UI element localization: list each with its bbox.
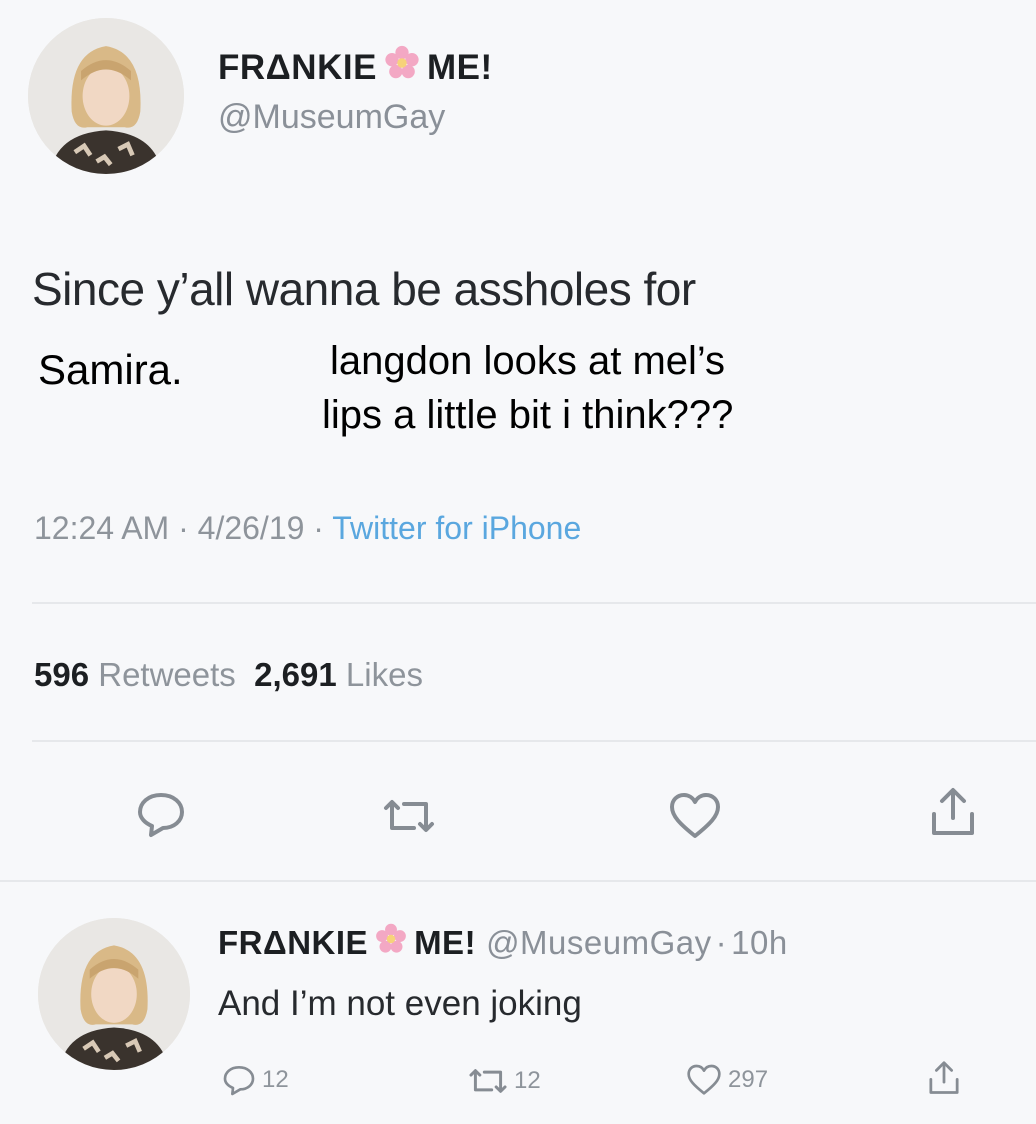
retweet-count: 12: [514, 1067, 541, 1094]
tweet-text-line2: Samira.: [38, 346, 183, 393]
meta-separator: ·: [313, 510, 324, 546]
divider: [32, 740, 1036, 742]
retweets-label[interactable]: Retweets: [98, 656, 236, 693]
tweet-text-line1: Since y’all wanna be assholes for: [32, 263, 696, 315]
share-icon: [929, 1061, 959, 1094]
tweet-source-link[interactable]: Twitter for iPhone: [332, 510, 581, 546]
share-button[interactable]: [930, 786, 976, 838]
overlay-caption-line2: lips a little bit i think???: [322, 393, 734, 437]
reply-separator: ·: [715, 924, 728, 961]
tweet-time: 12:24 AM: [34, 510, 170, 546]
reply-age[interactable]: 10h: [731, 924, 788, 962]
reply-avatar[interactable]: [38, 918, 190, 1070]
divider: [0, 880, 1036, 882]
reply-header: FRΔNKIE ME! @MuseumGay · 10h: [218, 922, 788, 964]
display-name-right: ME!: [426, 47, 493, 87]
retweet-icon: [384, 800, 434, 832]
reply-text: And I’m not even joking: [218, 984, 582, 1023]
reply-like-button[interactable]: 297: [686, 1064, 768, 1096]
reply-reply-button[interactable]: 12: [222, 1064, 289, 1096]
likes-count[interactable]: 2,691: [254, 656, 337, 693]
avatar[interactable]: [28, 18, 184, 174]
reply-display-name-left[interactable]: FRΔNKIE: [218, 924, 368, 962]
reply-retweet-button[interactable]: 12: [468, 1066, 541, 1096]
like-count: 297: [728, 1066, 769, 1093]
overlay-caption-line1: langdon looks at mel’s: [330, 339, 726, 383]
share-icon: [932, 788, 974, 835]
retweets-count[interactable]: 596: [34, 656, 89, 693]
meta-separator: ·: [178, 510, 189, 546]
likes-label[interactable]: Likes: [346, 656, 423, 693]
tweet-stats: 596 Retweets 2,691 Likes: [34, 656, 423, 694]
reply-count: 12: [262, 1066, 289, 1093]
flower-icon: [383, 44, 421, 91]
divider: [32, 602, 1036, 604]
display-name[interactable]: FRΔNKIE ME!: [218, 44, 493, 91]
user-handle[interactable]: @MuseumGay: [218, 98, 445, 137]
reply-handle[interactable]: @MuseumGay: [486, 924, 712, 962]
retweet-icon: [469, 1069, 507, 1093]
like-icon: [687, 1064, 721, 1095]
reply-display-name-right[interactable]: ME!: [414, 924, 476, 962]
display-name-left: FRΔNKIE: [218, 47, 377, 87]
reply-share-button[interactable]: [928, 1060, 960, 1101]
tweet-date: 4/26/19: [197, 510, 305, 546]
retweet-button[interactable]: [382, 796, 436, 836]
reply-icon: [138, 793, 184, 837]
tweet-meta: 12:24 AM · 4/26/19 · Twitter for iPhone: [34, 510, 581, 547]
like-icon: [670, 793, 720, 838]
reply-icon: [223, 1066, 255, 1096]
flower-icon: [374, 922, 408, 964]
reply-button[interactable]: [136, 790, 186, 838]
like-button[interactable]: [668, 792, 722, 840]
